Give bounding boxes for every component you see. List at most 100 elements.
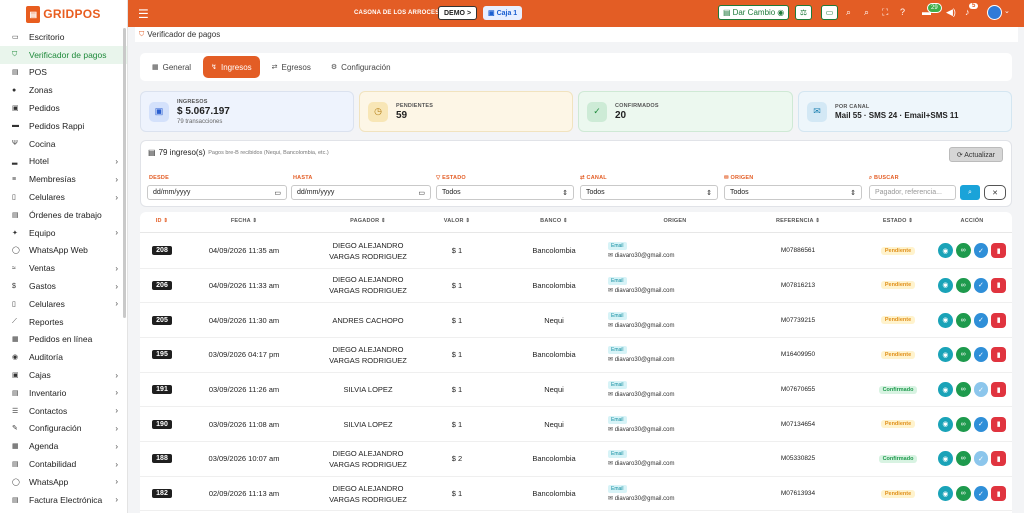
search-input[interactable]: Pagador, referencia...	[869, 185, 956, 200]
sidebar-item-órdenes-de-trabajo[interactable]: ▤ Órdenes de trabajo	[0, 206, 127, 224]
sidebar-item-membresías[interactable]: ≡ Membresías ›	[0, 170, 127, 188]
sidebar-item-gastos[interactable]: $ Gastos ›	[0, 277, 127, 295]
table-row[interactable]: 191 03/09/2026 11:26 am SILVIA LOPEZ $ 1…	[140, 373, 1012, 408]
sidebar-item-verificador-de-pagos[interactable]: ⛉ Verificador de pagos	[0, 45, 127, 64]
sidebar-item-configuración[interactable]: ✎ Configuración ›	[0, 420, 127, 438]
tab-ingresos[interactable]: ↯ Ingresos	[203, 56, 260, 78]
link-button[interactable]: ∞	[955, 243, 971, 259]
delete-button[interactable]: ▮	[991, 312, 1006, 328]
logo[interactable]: ▤ GRIDPOS	[0, 0, 127, 28]
sidebar-item-cocina[interactable]: Ψ Cocina	[0, 135, 127, 153]
sidebar-item-pedidos[interactable]: ▣ Pedidos	[0, 99, 127, 117]
tab-egresos[interactable]: ⇄ Egresos	[264, 56, 319, 78]
sidebar-item-inventario[interactable]: ▤ Inventario ›	[0, 384, 127, 402]
sidebar-item-escritorio[interactable]: ▭ Escritorio	[0, 28, 127, 46]
sidebar-item-auditoría[interactable]: ◉ Auditoría	[0, 348, 127, 366]
sidebar-item-reportes[interactable]: ⟋ Reportes	[0, 313, 127, 331]
sidebar-item-pos[interactable]: ▤ POS	[0, 64, 127, 82]
sidebar-item-agenda[interactable]: ▦ Agenda ›	[0, 437, 127, 455]
delete-button[interactable]: ▮	[991, 451, 1006, 467]
table-row[interactable]: 190 03/09/2026 11:08 am SILVIA LOPEZ $ 1…	[140, 408, 1012, 442]
link-button[interactable]: ∞	[955, 382, 971, 398]
fullscreen-icon[interactable]: ⛶	[882, 7, 888, 18]
view-button[interactable]: ◉	[938, 382, 953, 398]
sidebar-item-contactos[interactable]: ☰ Contactos ›	[0, 402, 127, 420]
link-button[interactable]: ∞	[955, 277, 971, 293]
refresh-button[interactable]: ⟳ Actualizar	[948, 147, 1003, 162]
sidebar-item-equipo[interactable]: ✦ Equipo ›	[0, 224, 127, 242]
table-row[interactable]: 188 03/09/2026 10:07 am DIEGO ALEJANDRO V…	[140, 442, 1012, 477]
sidebar-item-ventas[interactable]: ≈ Ventas ›	[0, 259, 127, 277]
sidebar-scrollbar[interactable]	[123, 28, 126, 318]
view-button[interactable]: ◉	[938, 347, 953, 363]
column-header[interactable]: PAGADOR ⇕	[308, 218, 428, 224]
tab-general[interactable]: ▦ General	[144, 56, 199, 78]
sidebar-item-whatsapp-web[interactable]: ◯ WhatsApp Web	[0, 242, 127, 260]
link-button[interactable]: ∞	[955, 416, 971, 432]
column-header[interactable]: BANCO ⇕	[496, 218, 612, 224]
clear-button[interactable]: ✕	[984, 185, 1006, 200]
canal-select[interactable]: Todos ⇕	[580, 185, 718, 200]
view-button[interactable]: ◉	[938, 312, 953, 328]
link-button[interactable]: ∞	[955, 312, 971, 328]
confirm-button[interactable]: ✓	[973, 277, 989, 293]
sidebar-item-hotel[interactable]: ▂ Hotel ›	[0, 153, 127, 171]
delete-button[interactable]: ▮	[991, 243, 1006, 259]
dar-cambio-button[interactable]: ▤ Dar Cambio ◉	[718, 5, 790, 20]
sidebar-item-pedidos-rappi[interactable]: ▬ Pedidos Rappi	[0, 117, 127, 135]
confirm-button[interactable]: ✓	[973, 382, 989, 398]
zoom-icon[interactable]: ⌕	[864, 7, 869, 18]
chevron-down-icon[interactable]: ⌄	[1004, 7, 1010, 15]
bell-icon[interactable]: ♪	[965, 7, 970, 17]
delete-button[interactable]: ▮	[991, 416, 1006, 432]
sidebar-item-pedidos-en-línea[interactable]: ▦ Pedidos en línea	[0, 331, 127, 349]
hasta-date-input[interactable]: dd/mm/yyyy ▭	[291, 185, 431, 200]
confirm-button[interactable]: ✓	[973, 451, 989, 467]
table-row[interactable]: 195 03/09/2026 04:17 pm DIEGO ALEJANDRO V…	[140, 338, 1012, 373]
confirm-button[interactable]: ✓	[973, 243, 989, 259]
view-button[interactable]: ◉	[938, 416, 953, 432]
table-row[interactable]: 206 04/09/2026 11:33 am DIEGO ALEJANDRO V…	[140, 269, 1012, 304]
confirm-button[interactable]: ✓	[973, 416, 989, 432]
caja-button[interactable]: ▣ Caja 1	[483, 6, 523, 20]
delete-button[interactable]: ▮	[991, 382, 1006, 398]
help-icon[interactable]: ?	[900, 7, 905, 17]
confirm-button[interactable]: ✓	[973, 347, 989, 363]
column-header[interactable]: REFERENCIA ⇕	[738, 218, 858, 224]
sidebar-item-celulares[interactable]: ▯ Celulares ›	[0, 295, 127, 313]
sidebar-item-cajas[interactable]: ▣ Cajas ›	[0, 366, 127, 384]
demo-button[interactable]: DEMO >	[438, 6, 478, 20]
volume-icon[interactable]: ◀)	[946, 7, 956, 18]
link-button[interactable]: ∞	[955, 347, 971, 363]
confirm-button[interactable]: ✓	[973, 486, 989, 502]
column-header[interactable]: VALOR ⇕	[428, 218, 486, 224]
tab-configuraci-n[interactable]: ⚙ Configuración	[323, 56, 399, 78]
table-row[interactable]: 205 04/09/2026 11:30 am ANDRES CACHOPO $…	[140, 303, 1012, 338]
link-button[interactable]: ∞	[955, 451, 971, 467]
column-header[interactable]: ESTADO ⇕	[858, 218, 938, 224]
column-header[interactable]: ID ⇕	[146, 218, 178, 224]
view-button[interactable]: ◉	[938, 243, 953, 259]
desde-date-input[interactable]: dd/mm/yyyy ▭	[147, 185, 287, 200]
view-button[interactable]: ◉	[938, 486, 953, 502]
view-button[interactable]: ◉	[938, 277, 953, 293]
chat-button[interactable]: ▭	[821, 5, 838, 20]
estado-select[interactable]: Todos ⇕	[436, 185, 574, 200]
table-row[interactable]: 208 04/09/2026 11:35 am DIEGO ALEJANDRO V…	[140, 234, 1012, 269]
origen-select[interactable]: Todos ⇕	[724, 185, 862, 200]
search-button[interactable]: ⌕	[960, 185, 980, 200]
sidebar-item-contabilidad[interactable]: ▤ Contabilidad ›	[0, 455, 127, 473]
delete-button[interactable]: ▮	[991, 347, 1006, 363]
delete-button[interactable]: ▮	[991, 486, 1006, 502]
search-icon[interactable]: ⌕	[846, 7, 851, 18]
sidebar-item-factura-electrónica[interactable]: ▤ Factura Electrónica ›	[0, 491, 127, 509]
sidebar-item-celulares[interactable]: ▯ Celulares ›	[0, 188, 127, 206]
delete-button[interactable]: ▮	[991, 277, 1006, 293]
avatar[interactable]	[987, 5, 1002, 20]
menu-toggle-icon[interactable]: ☰	[138, 7, 149, 21]
column-header[interactable]: FECHA ⇕	[204, 218, 284, 224]
sidebar-item-nómina-electrónica[interactable]: ▤Nómina Electrónica›	[0, 509, 127, 513]
table-row[interactable]: 182 02/09/2026 11:13 am DIEGO ALEJANDRO V…	[140, 477, 1012, 512]
sidebar-item-whatsapp[interactable]: ◯ WhatsApp ›	[0, 473, 127, 491]
scale-button[interactable]: ⚖	[795, 5, 812, 20]
